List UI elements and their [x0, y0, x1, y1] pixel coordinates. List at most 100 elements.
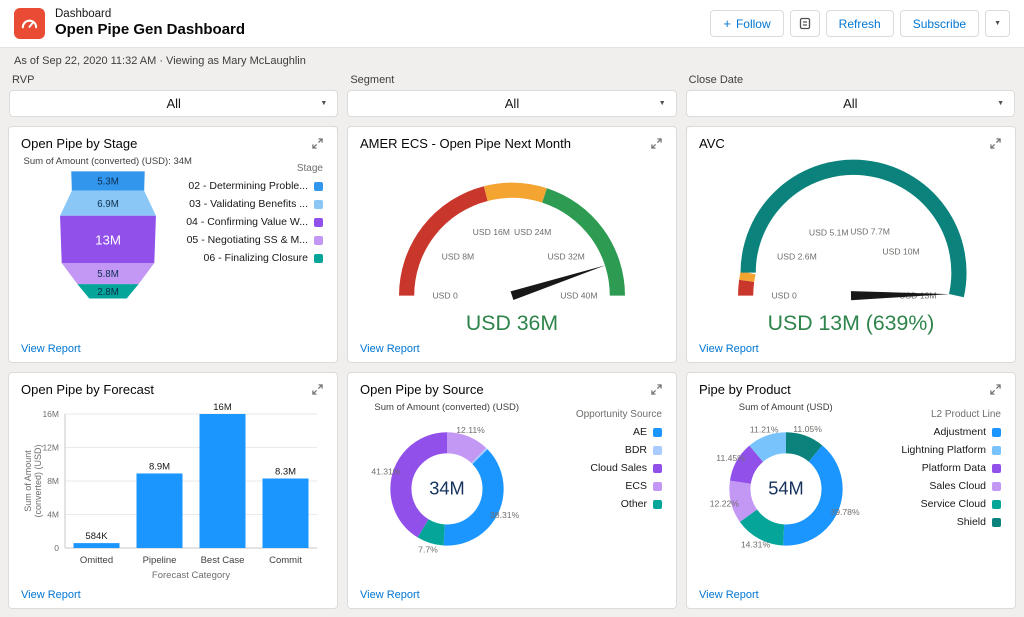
funnel-chart: 5.3M6.9M13M5.8M2.8M [22, 168, 194, 310]
svg-text:54M: 54M [768, 478, 804, 499]
chart-subtitle: Sum of Amount (USD) [739, 402, 833, 413]
svg-text:Sum of Amount(converted) (USD): Sum of Amount(converted) (USD) [23, 444, 43, 517]
svg-text:12.11%: 12.11% [456, 425, 485, 435]
legend-swatch [314, 236, 323, 245]
legend-swatch [992, 428, 1001, 437]
legend-item: 04 - Confirming Value W... [186, 216, 323, 228]
legend-label: AE [633, 426, 647, 438]
legend-item: Platform Data [922, 462, 1001, 474]
svg-text:USD 36M: USD 36M [466, 311, 558, 335]
filter-segment: Segment All ▼ [347, 70, 676, 117]
view-report-link[interactable]: View Report [699, 589, 759, 601]
filter-bar: RVP All ▼ Segment All ▼ Close Date All ▼ [0, 70, 1024, 126]
svg-text:12M: 12M [42, 443, 59, 453]
chevron-down-icon: ▼ [994, 20, 1001, 27]
svg-text:11.05%: 11.05% [793, 424, 822, 434]
expand-icon[interactable] [649, 136, 664, 151]
svg-text:6.9M: 6.9M [97, 199, 119, 210]
svg-text:USD 24M: USD 24M [514, 227, 551, 237]
svg-text:16M: 16M [42, 409, 59, 419]
legend-swatch [653, 482, 662, 491]
svg-text:Pipeline: Pipeline [143, 555, 177, 566]
card-avc: AVC USD 0USD 2.6MUSD 5.1MUSD 7.7MUSD 10M… [686, 126, 1016, 363]
bar-chart: 16M12M8M4M0584KOmitted8.9MPipeline16MBes… [21, 397, 325, 587]
svg-text:13M: 13M [95, 233, 121, 248]
svg-text:38.31%: 38.31% [490, 510, 520, 520]
legend-label: Other [621, 498, 647, 510]
svg-text:USD 8M: USD 8M [442, 251, 475, 261]
legend-label: Adjustment [933, 426, 986, 438]
legend-item: BDR [625, 444, 662, 456]
expand-icon[interactable] [988, 136, 1003, 151]
legend-title: Stage [297, 163, 323, 174]
expand-icon[interactable] [649, 382, 664, 397]
legend-item: 05 - Negotiating SS & M... [187, 234, 323, 246]
clipboard-button[interactable] [790, 10, 820, 37]
rvp-filter-combobox[interactable]: All ▼ [9, 90, 338, 117]
legend-label: Service Cloud [921, 498, 986, 510]
legend-label: Lightning Platform [901, 444, 986, 456]
legend-swatch [992, 500, 1001, 509]
svg-text:2.8M: 2.8M [97, 287, 119, 298]
filter-value: All [166, 96, 180, 111]
legend-label: 04 - Confirming Value W... [186, 216, 308, 228]
card-title: Open Pipe by Source [360, 382, 484, 397]
legend-title: Opportunity Source [576, 409, 662, 420]
svg-text:41.31%: 41.31% [371, 467, 401, 477]
card-amer-ecs-open-pipe-next-month: AMER ECS - Open Pipe Next Month USD 0USD… [347, 126, 677, 363]
close-date-filter-combobox[interactable]: All ▼ [686, 90, 1015, 117]
chevron-down-icon: ▼ [320, 100, 327, 107]
svg-text:USD 16M: USD 16M [473, 227, 510, 237]
svg-text:USD 13M (639%): USD 13M (639%) [768, 311, 935, 335]
follow-button[interactable]: + Follow [710, 10, 783, 37]
view-report-link[interactable]: View Report [360, 343, 420, 355]
page-title: Open Pipe Gen Dashboard [55, 21, 245, 39]
card-open-pipe-by-forecast: Open Pipe by Forecast 16M12M8M4M0584KOmi… [8, 372, 338, 609]
filter-label: Segment [350, 74, 676, 86]
svg-text:USD 10M: USD 10M [882, 246, 919, 256]
svg-text:USD 0: USD 0 [432, 291, 458, 301]
more-actions-button[interactable]: ▼ [985, 10, 1010, 37]
view-report-link[interactable]: View Report [21, 589, 81, 601]
legend-swatch [992, 518, 1001, 527]
svg-text:4M: 4M [47, 510, 59, 520]
refresh-button[interactable]: Refresh [826, 10, 894, 37]
legend-item: Other [621, 498, 662, 510]
legend-label: Platform Data [922, 462, 986, 474]
expand-icon[interactable] [310, 382, 325, 397]
subscribe-button[interactable]: Subscribe [900, 10, 979, 37]
topbar-actions: + Follow Refresh Subscribe ▼ [710, 10, 1010, 37]
legend: Stage02 - Determining Proble...03 - Vali… [194, 151, 325, 341]
top-bar: Dashboard Open Pipe Gen Dashboard + Foll… [0, 0, 1024, 48]
card-title: AVC [699, 136, 725, 151]
view-report-link[interactable]: View Report [21, 343, 81, 355]
filter-close-date: Close Date All ▼ [686, 70, 1015, 117]
svg-text:11.21%: 11.21% [750, 424, 779, 434]
card-open-pipe-by-stage: Open Pipe by Stage Sum of Amount (conver… [8, 126, 338, 363]
view-report-link[interactable]: View Report [699, 343, 759, 355]
filter-label: RVP [12, 74, 338, 86]
legend-swatch [314, 218, 323, 227]
expand-icon[interactable] [310, 136, 325, 151]
svg-text:Commit: Commit [269, 555, 302, 566]
svg-text:8.9M: 8.9M [149, 461, 170, 472]
topbar-left: Dashboard Open Pipe Gen Dashboard [14, 8, 245, 40]
legend-item: AE [633, 426, 662, 438]
legend-swatch [653, 446, 662, 455]
legend-label: ECS [625, 480, 647, 492]
segment-filter-combobox[interactable]: All ▼ [347, 90, 676, 117]
view-report-link[interactable]: View Report [360, 589, 420, 601]
expand-icon[interactable] [988, 382, 1003, 397]
plus-icon: + [723, 17, 731, 30]
card-pipe-by-product: Pipe by Product Sum of Amount (USD) 11.0… [686, 372, 1016, 609]
legend-label: 02 - Determining Proble... [188, 180, 308, 192]
chart-subtitle: Sum of Amount (converted) (USD): 34M [24, 156, 192, 167]
legend-item: Adjustment [933, 426, 1001, 438]
legend-swatch [314, 200, 323, 209]
svg-text:Omitted: Omitted [80, 555, 113, 566]
legend-item: ECS [625, 480, 662, 492]
gauge-chart: USD 0USD 2.6MUSD 5.1MUSD 7.7MUSD 10MUSD … [699, 151, 1003, 341]
legend-swatch [314, 254, 323, 263]
legend-label: 03 - Validating Benefits ... [189, 198, 308, 210]
svg-text:USD 0: USD 0 [771, 291, 797, 301]
